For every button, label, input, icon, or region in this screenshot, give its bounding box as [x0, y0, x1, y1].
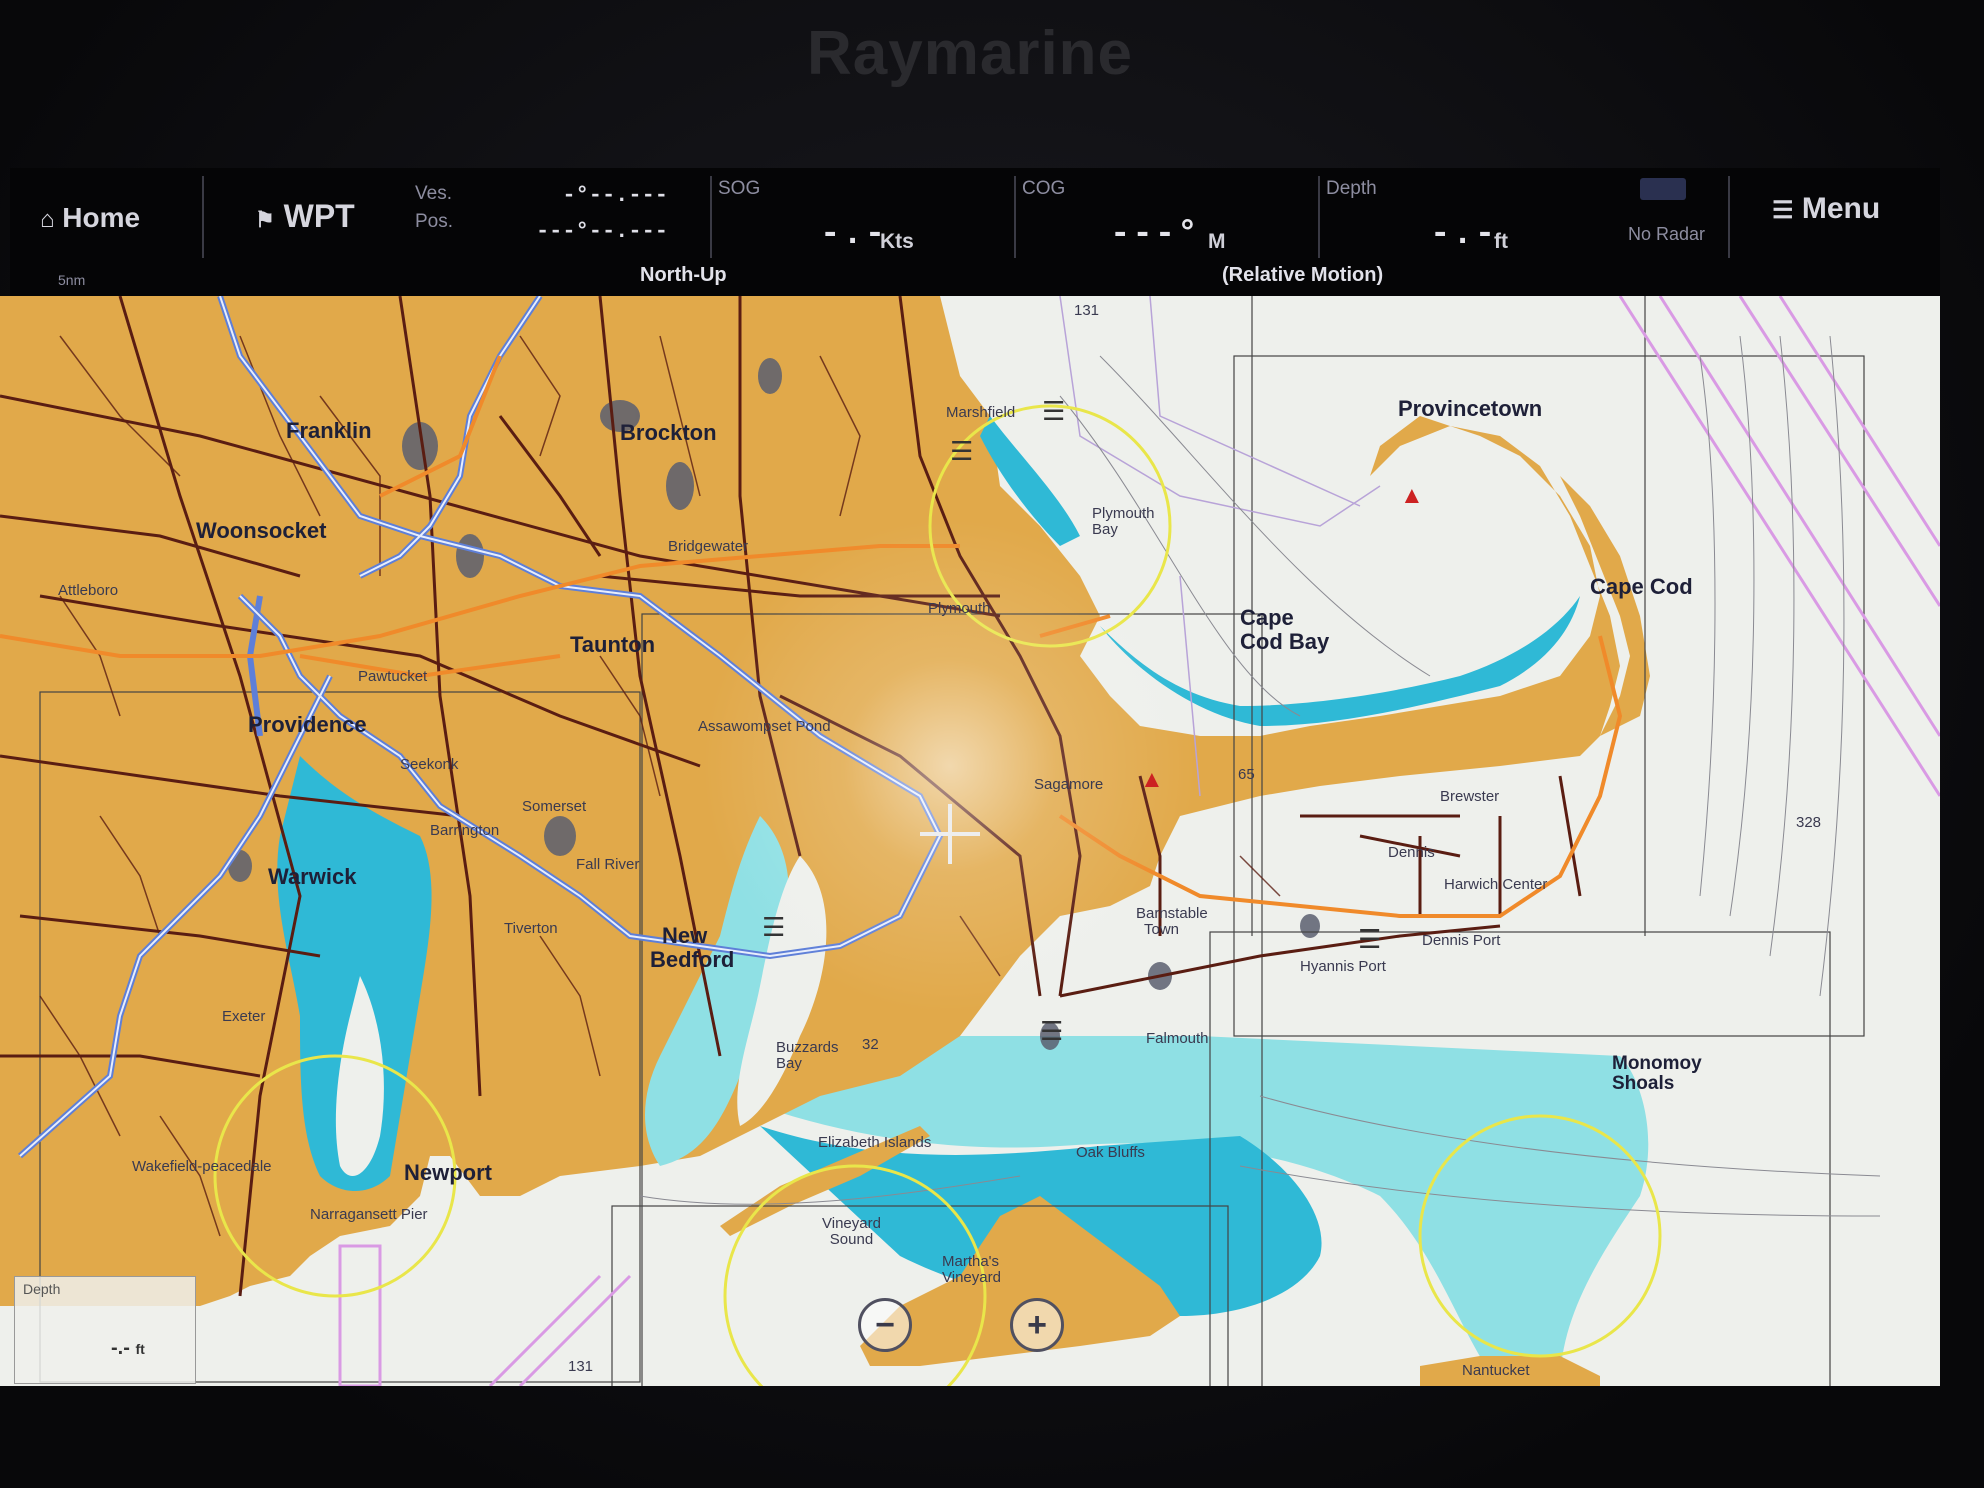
cog-label: COG — [1022, 178, 1066, 199]
divider — [1014, 176, 1016, 258]
label-marthas-vineyard: Martha's Vineyard — [942, 1253, 1001, 1286]
label-tiverton: Tiverton — [504, 920, 558, 937]
motion-mode[interactable]: (Relative Motion) — [1222, 264, 1383, 287]
label-pawtucket: Pawtucket — [358, 668, 428, 685]
lighthouse-icon[interactable]: ▲ — [1140, 766, 1164, 794]
lighthouse-icon[interactable]: ☰ — [1042, 396, 1065, 427]
sog-label: SOG — [718, 178, 761, 199]
zoom-in-icon: + — [1027, 1305, 1047, 1344]
divider — [710, 176, 712, 258]
lighthouse-icon[interactable]: ☰ — [1358, 924, 1381, 955]
divider — [202, 176, 204, 258]
sounding: 328 — [1796, 814, 1822, 831]
zoom-out-button[interactable]: − — [858, 1298, 912, 1352]
label-buzzards-bay: Buzzards Bay — [776, 1039, 839, 1072]
zoom-out-icon: − — [875, 1305, 895, 1344]
radar-status-icon — [1640, 178, 1686, 200]
label-marshfield: Marshfield — [946, 404, 1016, 421]
label-barnstable-town: Barnstable Town — [1136, 905, 1208, 938]
radar-status: No Radar — [1628, 224, 1706, 244]
label-brewster: Brewster — [1440, 788, 1500, 805]
depth-value: -.- — [1430, 216, 1498, 254]
label-plymouth: Plymouth — [928, 600, 991, 617]
waypoint-icon: ⚑ — [255, 207, 275, 232]
label-dennis-port: Dennis Port — [1422, 932, 1501, 949]
depth-databox-value: -.- ft — [111, 1337, 145, 1359]
cursor-icon[interactable] — [920, 804, 980, 864]
depth-databox[interactable]: Depth -.- ft — [14, 1276, 196, 1384]
label-seekonk: Seekonk — [400, 756, 459, 773]
label-harwich-center: Harwich Center — [1444, 876, 1548, 893]
label-provincetown: Provincetown — [1398, 396, 1543, 421]
depth-label: Depth — [1326, 178, 1377, 199]
divider — [1318, 176, 1320, 258]
label-cape-cod-bay: Cape Cod Bay — [1240, 605, 1330, 654]
label-franklin: Franklin — [286, 418, 372, 443]
label-plymouth-bay: Plymouth Bay — [1092, 505, 1155, 538]
label-woonsocket: Woonsocket — [196, 518, 327, 543]
sog-value: -.- — [820, 216, 888, 254]
cog-value: ---° — [1110, 216, 1200, 254]
depth-databox-label: Depth — [23, 1281, 61, 1297]
label-elizabeth-islands: Elizabeth Islands — [818, 1134, 932, 1151]
brand-logo: Raymarine — [806, 19, 1134, 88]
zoom-in-button[interactable]: + — [1010, 1298, 1064, 1352]
label-oak-bluffs: Oak Bluffs — [1076, 1144, 1145, 1161]
label-taunton: Taunton — [570, 632, 656, 657]
sounding: 32 — [862, 1036, 879, 1053]
home-button[interactable]: ⌂ Home — [40, 202, 140, 234]
lighthouse-icon[interactable]: ☰ — [1040, 1016, 1063, 1047]
chart-orientation[interactable]: North-Up — [640, 264, 727, 287]
data-bar: ⌂ Home 5nm ⚑ WPT Ves. Pos. -°--.--- ---°… — [10, 168, 1940, 296]
label-vineyard-sound: Vineyard Sound — [822, 1215, 881, 1248]
chart-area[interactable]: ☰ ☰ ☰ ☰ ☰ ▲ ▲ Provincetown Cape Cod Cape… — [0, 296, 1940, 1386]
label-assawompset-pond: Assawompset Pond — [698, 718, 831, 735]
depth-unit: ft — [1494, 230, 1508, 253]
label-cape-cod: Cape Cod — [1590, 574, 1693, 599]
cog-unit: M — [1208, 230, 1226, 253]
label-somerset: Somerset — [522, 798, 587, 815]
label-barrington: Barrington — [430, 822, 500, 839]
divider — [1728, 176, 1730, 258]
label-providence: Providence — [248, 712, 367, 737]
label-falmouth: Falmouth — [1146, 1030, 1209, 1047]
vessel-position-label: Ves. Pos. — [415, 183, 454, 232]
sog-unit: Kts — [880, 230, 914, 253]
label-brockton: Brockton — [620, 420, 717, 445]
home-icon: ⌂ — [40, 206, 55, 233]
label-attleboro: Attleboro — [58, 582, 119, 599]
sounding: 131 — [568, 1358, 594, 1375]
lighthouse-icon[interactable]: ☰ — [762, 912, 785, 943]
label-sagamore: Sagamore — [1034, 776, 1104, 793]
label-dennis: Dennis — [1388, 844, 1435, 861]
label-hyannis-port: Hyannis Port — [1300, 958, 1386, 975]
sounding: 131 — [1074, 302, 1100, 319]
label-bridgewater: Bridgewater — [668, 538, 749, 555]
label-newport: Newport — [404, 1160, 492, 1185]
label-exeter: Exeter — [222, 1008, 266, 1025]
lighthouse-icon[interactable]: ☰ — [950, 436, 973, 467]
waypoint-button[interactable]: ⚑ WPT — [255, 198, 355, 235]
vessel-position-value: -°--.--- ---°--.--- — [535, 183, 668, 244]
label-wakefield: Wakefield-peacedale — [132, 1158, 272, 1175]
label-new-bedford: New Bedford — [650, 923, 735, 972]
menu-button[interactable]: ☰ Menu — [1772, 192, 1880, 226]
label-warwick: Warwick — [268, 864, 357, 889]
sounding: 65 — [1238, 766, 1255, 783]
menu-icon: ☰ — [1772, 197, 1794, 224]
label-narragansett-pier: Narragansett Pier — [310, 1206, 428, 1223]
label-fall-river: Fall River — [576, 856, 640, 873]
label-monomoy-shoals: Monomoy Shoals — [1612, 1053, 1702, 1094]
label-nantucket: Nantucket — [1462, 1362, 1530, 1379]
lighthouse-icon[interactable]: ▲ — [1400, 482, 1424, 510]
scale-label: 5nm — [58, 272, 86, 288]
